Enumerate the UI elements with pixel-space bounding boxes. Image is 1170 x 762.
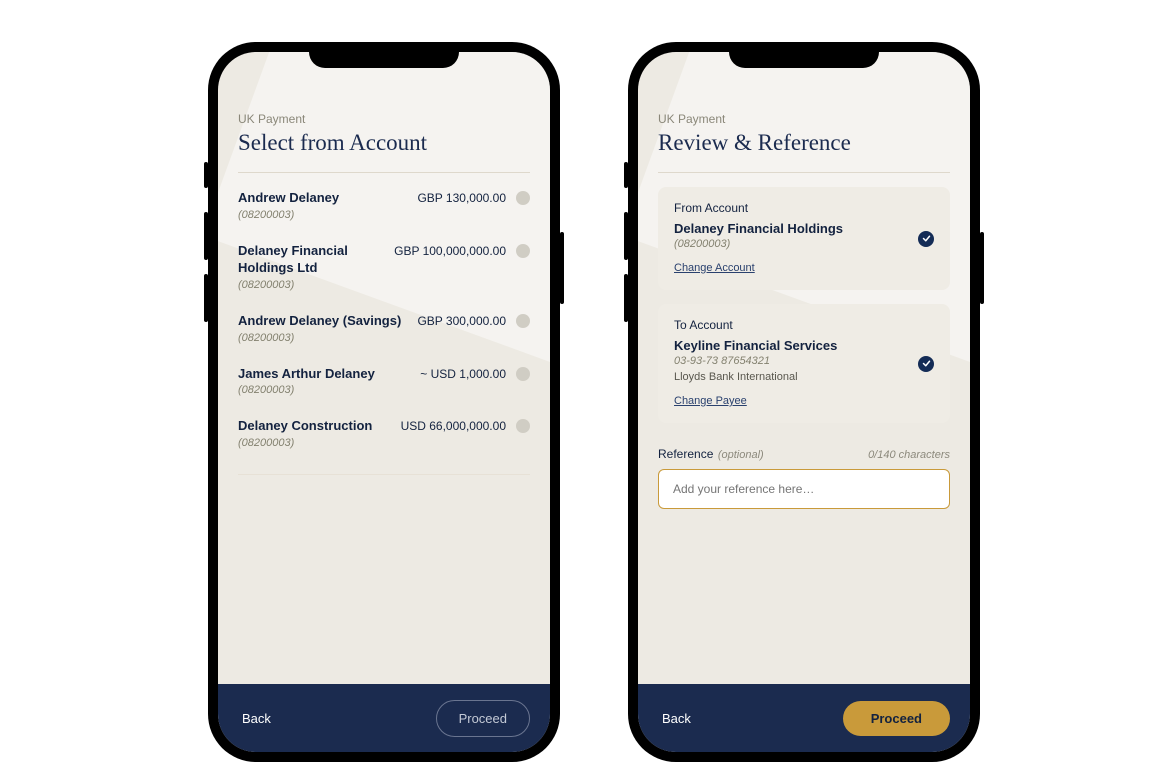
footer-bar: Back Proceed <box>218 684 550 752</box>
account-balance: GBP 130,000.00 <box>417 190 506 205</box>
reference-optional: (optional) <box>718 449 764 461</box>
from-account-card: From Account Delaney Financial Holdings … <box>658 187 950 290</box>
phone-select-account: UK Payment Select from Account Andrew De… <box>208 42 560 762</box>
screen-title: Select from Account <box>238 130 530 156</box>
reference-input[interactable] <box>658 469 950 509</box>
screen-eyebrow: UK Payment <box>238 112 530 126</box>
divider <box>658 172 950 173</box>
card-label: To Account <box>674 318 934 332</box>
account-number: (08200003) <box>238 384 420 396</box>
radio-icon[interactable] <box>516 367 530 381</box>
account-number: (08200003) <box>238 332 417 344</box>
change-payee-link[interactable]: Change Payee <box>674 395 747 407</box>
check-icon <box>918 231 934 247</box>
radio-icon[interactable] <box>516 191 530 205</box>
account-row[interactable]: Andrew Delaney (Savings) (08200003) GBP … <box>238 302 530 355</box>
account-number: (08200003) <box>238 437 401 449</box>
account-balance: GBP 100,000,000.00 <box>394 243 506 258</box>
account-list: Andrew Delaney (08200003) GBP 130,000.00… <box>238 179 530 475</box>
account-name: Andrew Delaney (Savings) <box>238 313 417 330</box>
phone-review-reference: UK Payment Review & Reference From Accou… <box>628 42 980 762</box>
account-number: (08200003) <box>238 279 394 291</box>
account-balance: USD 66,000,000.00 <box>401 418 506 433</box>
account-row[interactable]: James Arthur Delaney (08200003) ~ USD 1,… <box>238 355 530 408</box>
radio-icon[interactable] <box>516 419 530 433</box>
to-account-card: To Account Keyline Financial Services 03… <box>658 304 950 423</box>
account-number: (08200003) <box>238 209 417 221</box>
proceed-button[interactable]: Proceed <box>436 700 530 737</box>
account-row[interactable]: Delaney Financial Holdings Ltd (08200003… <box>238 232 530 302</box>
screen-title: Review & Reference <box>658 130 950 156</box>
account-balance: GBP 300,000.00 <box>417 313 506 328</box>
from-account-name: Delaney Financial Holdings <box>674 221 934 236</box>
from-account-number: (08200003) <box>674 238 934 250</box>
card-label: From Account <box>674 201 934 215</box>
check-icon <box>918 356 934 372</box>
account-name: James Arthur Delaney <box>238 366 420 383</box>
footer-bar: Back Proceed <box>638 684 970 752</box>
device-notch <box>309 42 459 68</box>
account-balance: ~ USD 1,000.00 <box>420 366 506 381</box>
reference-label: Reference <box>658 447 713 461</box>
device-notch <box>729 42 879 68</box>
divider <box>238 172 530 173</box>
account-name: Andrew Delaney <box>238 190 417 207</box>
proceed-button[interactable]: Proceed <box>843 701 950 736</box>
radio-icon[interactable] <box>516 244 530 258</box>
change-account-link[interactable]: Change Account <box>674 262 755 274</box>
account-row[interactable]: Andrew Delaney (08200003) GBP 130,000.00 <box>238 179 530 232</box>
account-name: Delaney Financial Holdings Ltd <box>238 243 394 277</box>
to-account-sort: 03-93-73 87654321 <box>674 355 934 367</box>
screen-eyebrow: UK Payment <box>658 112 950 126</box>
back-button[interactable]: Back <box>242 711 271 726</box>
account-row[interactable]: Delaney Construction (08200003) USD 66,0… <box>238 407 530 460</box>
to-account-name: Keyline Financial Services <box>674 338 934 353</box>
account-name: Delaney Construction <box>238 418 401 435</box>
divider <box>238 474 530 475</box>
radio-icon[interactable] <box>516 314 530 328</box>
to-account-bank: Lloyds Bank International <box>674 371 934 383</box>
reference-count: 0/140 characters <box>868 449 950 461</box>
back-button[interactable]: Back <box>662 711 691 726</box>
